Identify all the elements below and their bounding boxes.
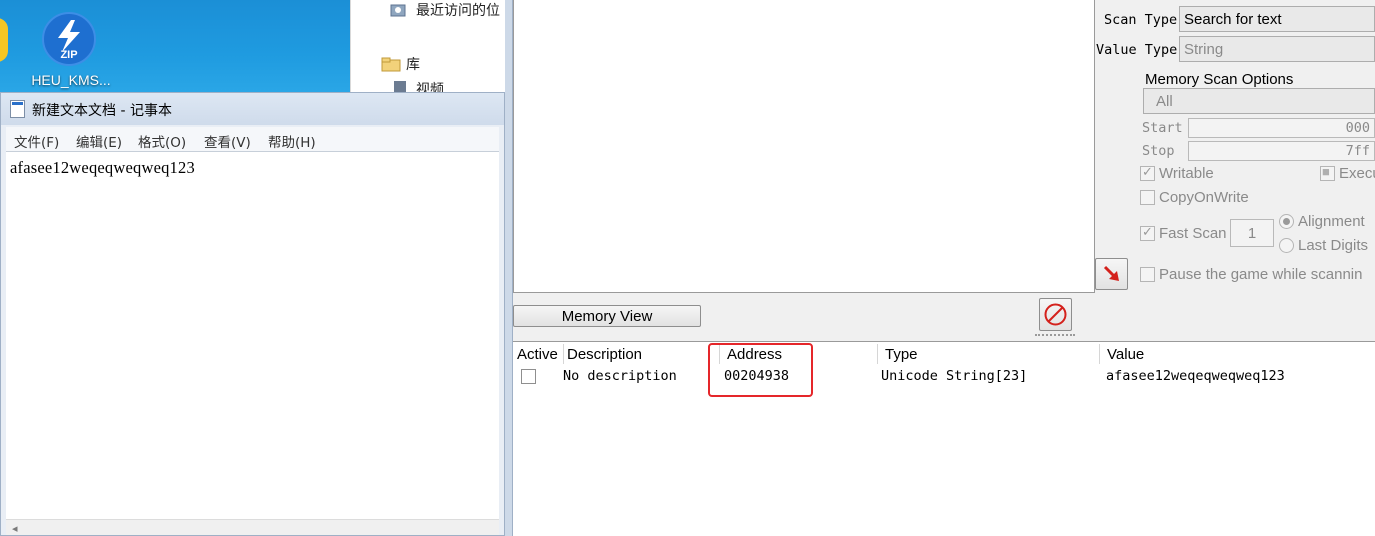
notepad-text-area[interactable]: afasee12weqeqweqweq123 ◂: [6, 151, 499, 535]
start-address-value: 000: [1345, 120, 1370, 136]
copyonwrite-label: CopyOnWrite: [1159, 189, 1249, 206]
memory-view-button[interactable]: Memory View: [513, 305, 701, 327]
menu-view[interactable]: 查看(V): [204, 131, 251, 151]
row-value[interactable]: afasee12weqeqweqweq123: [1106, 368, 1285, 384]
start-address-input[interactable]: 000: [1188, 118, 1375, 138]
column-header-description[interactable]: Description: [567, 346, 642, 363]
pause-game-label: Pause the game while scannin: [1159, 266, 1363, 283]
memory-region-dropdown[interactable]: All: [1143, 88, 1375, 114]
executable-label: Execu: [1339, 165, 1375, 182]
menu-help[interactable]: 帮助(H): [268, 131, 316, 151]
explorer-nav-pane: 最近访问的位 库 视频: [350, 0, 510, 100]
stop-address-value: 7ff: [1345, 143, 1370, 159]
memory-scan-options-label: Memory Scan Options: [1145, 71, 1294, 88]
menu-file[interactable]: 文件(F): [14, 131, 59, 151]
notepad-title-bar[interactable]: 新建文本文档 - 记事本: [1, 93, 504, 125]
writable-checkbox[interactable]: ✓: [1140, 164, 1155, 181]
window-border: [505, 0, 513, 536]
copyonwrite-checkbox[interactable]: [1140, 190, 1155, 205]
library-icon: [381, 56, 401, 72]
notepad-menu-bar: 文件(F) 编辑(E) 格式(O) 查看(V) 帮助(H): [6, 127, 499, 151]
executable-checkbox[interactable]: ■: [1320, 164, 1335, 181]
scan-type-label: Scan Type: [1104, 12, 1178, 28]
fast-scan-value: 1: [1247, 225, 1257, 242]
address-highlight-annotation: [708, 343, 813, 397]
writable-label: Writable: [1159, 165, 1214, 182]
value-type-label: Value Type: [1096, 42, 1178, 58]
menu-edit[interactable]: 编辑(E): [76, 131, 122, 151]
stop-address-input[interactable]: 7ff: [1188, 141, 1375, 161]
scroll-left-icon[interactable]: ◂: [12, 522, 18, 535]
fast-scan-input[interactable]: 1: [1230, 219, 1274, 247]
desktop-icon-label[interactable]: HEU_KMS...: [26, 72, 116, 88]
value-type-value: String: [1184, 41, 1224, 58]
fast-scan-label: Fast Scan: [1159, 225, 1227, 242]
desktop: ZIP HEU_KMS...: [0, 0, 360, 92]
scan-type-value: Search for text: [1184, 11, 1282, 28]
last-digits-radio[interactable]: [1279, 238, 1294, 253]
notepad-content[interactable]: afasee12weqeqweqweq123: [10, 158, 195, 178]
menu-format[interactable]: 格式(O): [138, 131, 186, 151]
notepad-title: 新建文本文档 - 记事本: [32, 103, 172, 119]
zip-archive-icon[interactable]: ZIP: [42, 12, 96, 66]
row-description[interactable]: No description: [563, 368, 677, 384]
panel-splitter[interactable]: [1035, 334, 1075, 338]
red-arrow-icon: [1103, 265, 1119, 281]
add-address-manually-button[interactable]: [1095, 258, 1128, 290]
notepad-icon: [10, 100, 25, 118]
value-type-dropdown[interactable]: String: [1179, 36, 1375, 62]
nav-item-recent-places[interactable]: 最近访问的位: [416, 0, 500, 20]
alignment-radio[interactable]: [1279, 214, 1294, 229]
no-entry-icon: [1044, 303, 1067, 326]
notepad-window: 新建文本文档 - 记事本 文件(F) 编辑(E) 格式(O) 查看(V) 帮助(…: [0, 92, 505, 536]
stop-label: Stop: [1142, 143, 1175, 159]
scan-results-list[interactable]: [513, 0, 1095, 293]
alignment-label: Alignment: [1298, 213, 1365, 230]
last-digits-label: Last Digits: [1298, 237, 1369, 254]
nav-item-library[interactable]: 库: [406, 54, 420, 74]
fast-scan-checkbox[interactable]: ✓: [1140, 224, 1155, 241]
horizontal-scrollbar[interactable]: ◂: [6, 519, 499, 535]
column-header-type[interactable]: Type: [885, 346, 918, 363]
address-list-table[interactable]: Active Description Address Type Value No…: [513, 341, 1375, 536]
clear-list-button[interactable]: [1039, 298, 1072, 331]
memory-region-value: All: [1156, 93, 1173, 110]
scan-type-dropdown[interactable]: Search for text: [1179, 6, 1375, 32]
row-type[interactable]: Unicode String[23]: [881, 368, 1027, 384]
column-header-active[interactable]: Active: [517, 346, 558, 363]
pause-game-checkbox[interactable]: [1140, 267, 1155, 282]
zip-icon-text: ZIP: [60, 49, 77, 61]
recent-places-icon: [389, 2, 407, 17]
column-header-value[interactable]: Value: [1107, 346, 1144, 363]
desktop-icon-partial[interactable]: [0, 18, 8, 62]
start-label: Start: [1142, 120, 1183, 136]
row-active-checkbox[interactable]: [521, 369, 536, 384]
